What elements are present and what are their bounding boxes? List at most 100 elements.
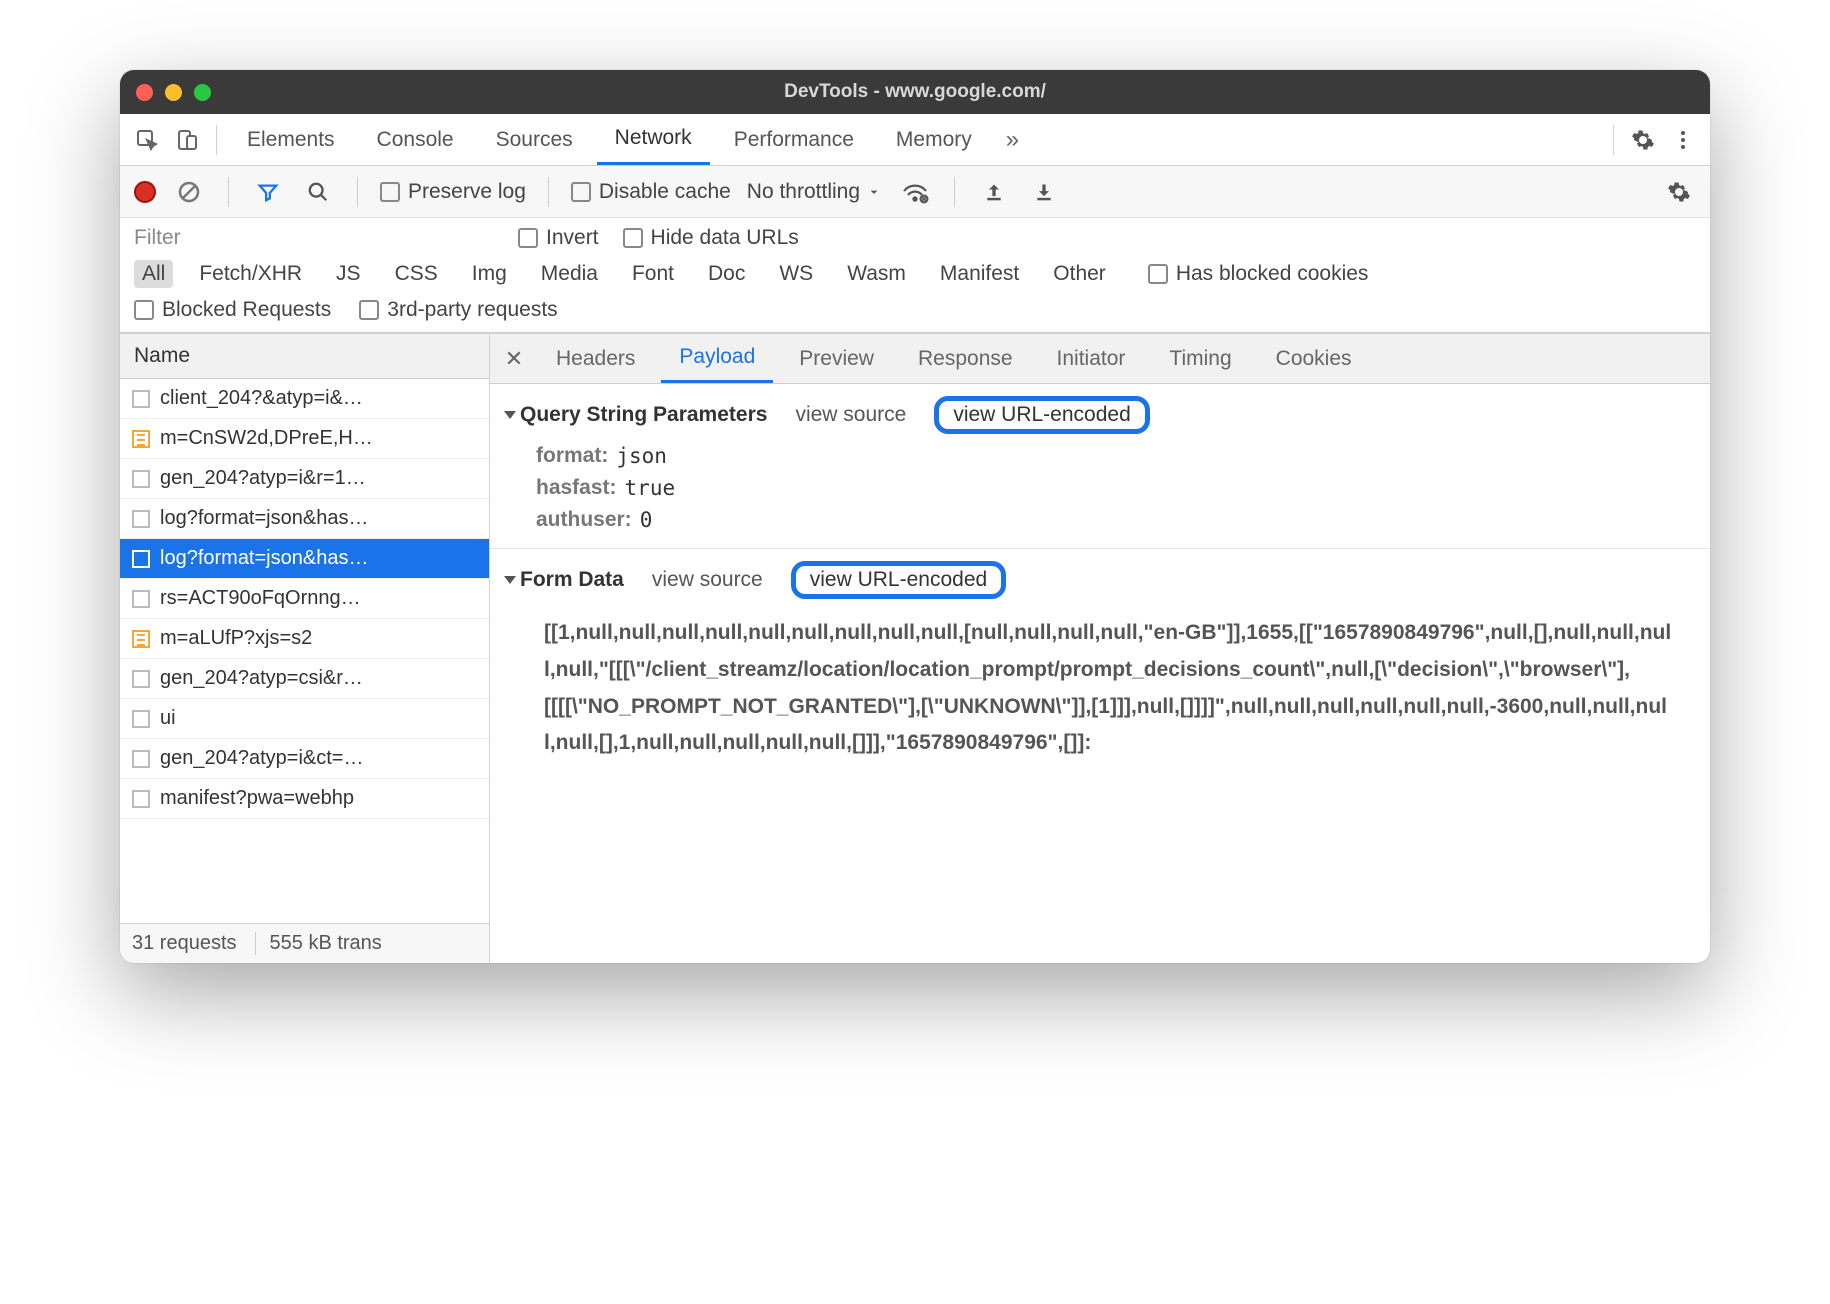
type-css[interactable]: CSS [387, 260, 446, 288]
request-name: m=aLUfP?xjs=s2 [160, 627, 312, 650]
request-row[interactable]: m=CnSW2d,DPreE,H… [120, 419, 489, 459]
request-row[interactable]: gen_204?atyp=i&r=1… [120, 459, 489, 499]
settings-gear-icon[interactable] [1626, 123, 1660, 157]
type-fetch-xhr[interactable]: Fetch/XHR [191, 260, 310, 288]
inspect-element-icon[interactable] [130, 123, 164, 157]
separator [1613, 125, 1614, 155]
param-key: format: [536, 444, 608, 468]
preserve-log-checkbox[interactable]: Preserve log [380, 180, 526, 204]
param-key: hasfast: [536, 476, 617, 500]
request-row[interactable]: ui [120, 699, 489, 739]
request-row[interactable]: gen_204?atyp=i&ct=… [120, 739, 489, 779]
network-conditions-icon[interactable] [898, 175, 932, 209]
upload-har-icon[interactable] [977, 175, 1011, 209]
document-file-icon [132, 670, 150, 688]
more-tabs-button[interactable]: » [996, 126, 1029, 154]
column-header-name[interactable]: Name [120, 334, 489, 379]
dtab-cookies[interactable]: Cookies [1258, 334, 1370, 383]
search-icon[interactable] [301, 175, 335, 209]
request-name: log?format=json&has… [160, 507, 368, 530]
type-ws[interactable]: WS [771, 260, 821, 288]
request-row[interactable]: log?format=json&has… [120, 499, 489, 539]
invert-checkbox[interactable]: Invert [518, 226, 599, 250]
kebab-menu-icon[interactable] [1666, 123, 1700, 157]
filter-input[interactable]: Filter [134, 226, 494, 250]
dtab-response[interactable]: Response [900, 334, 1031, 383]
separator [954, 177, 955, 207]
status-transfer: 555 kB trans [255, 932, 382, 955]
minimize-window-button[interactable] [165, 84, 182, 101]
document-file-icon [132, 790, 150, 808]
device-toolbar-icon[interactable] [170, 123, 204, 157]
dtab-timing[interactable]: Timing [1151, 334, 1249, 383]
type-wasm[interactable]: Wasm [839, 260, 914, 288]
filter-icon[interactable] [251, 175, 285, 209]
third-party-checkbox[interactable]: 3rd-party requests [359, 298, 557, 322]
network-settings-gear-icon[interactable] [1662, 175, 1696, 209]
resource-type-filters: All Fetch/XHR JS CSS Img Media Font Doc … [134, 260, 1696, 288]
dtab-preview[interactable]: Preview [781, 334, 892, 383]
request-list-panel: Name client_204?&atyp=i&… m=CnSW2d,DPreE,… [120, 334, 490, 963]
throttling-select[interactable]: No throttling [747, 180, 882, 204]
form-view-source[interactable]: view source [652, 568, 763, 592]
close-details-button[interactable]: ✕ [498, 346, 530, 372]
param-value: json [616, 444, 667, 468]
tab-network[interactable]: Network [597, 114, 710, 165]
dtab-payload[interactable]: Payload [661, 334, 773, 383]
document-file-icon [132, 470, 150, 488]
form-data-section: Form Data view source view URL-encoded [… [490, 549, 1710, 792]
request-list[interactable]: client_204?&atyp=i&… m=CnSW2d,DPreE,H… gen… [120, 379, 489, 923]
tab-elements[interactable]: Elements [229, 114, 353, 165]
request-name: gen_204?atyp=csi&r… [160, 667, 363, 690]
status-request-count: 31 requests [132, 932, 237, 955]
tab-memory[interactable]: Memory [878, 114, 990, 165]
qsp-view-url-encoded[interactable]: view URL-encoded [934, 396, 1149, 434]
clear-icon[interactable] [172, 175, 206, 209]
type-img[interactable]: Img [464, 260, 515, 288]
document-file-icon [132, 390, 150, 408]
request-row[interactable]: client_204?&atyp=i&… [120, 379, 489, 419]
script-file-icon [132, 430, 150, 448]
request-name: rs=ACT90oFqOrnng… [160, 587, 361, 610]
download-har-icon[interactable] [1027, 175, 1061, 209]
request-row[interactable]: m=aLUfP?xjs=s2 [120, 619, 489, 659]
request-name: gen_204?atyp=i&r=1… [160, 467, 366, 490]
tab-console[interactable]: Console [359, 114, 472, 165]
record-button[interactable] [134, 181, 156, 203]
type-doc[interactable]: Doc [700, 260, 753, 288]
request-row[interactable]: manifest?pwa=webhp [120, 779, 489, 819]
type-manifest[interactable]: Manifest [932, 260, 1027, 288]
detail-tabs: ✕ Headers Payload Preview Response Initi… [490, 334, 1710, 384]
form-data-toggle[interactable]: Form Data [506, 568, 624, 592]
type-media[interactable]: Media [533, 260, 606, 288]
tab-sources[interactable]: Sources [478, 114, 591, 165]
request-name: ui [160, 707, 176, 730]
type-js[interactable]: JS [328, 260, 369, 288]
separator [548, 177, 549, 207]
blocked-requests-checkbox[interactable]: Blocked Requests [134, 298, 331, 322]
form-view-url-encoded[interactable]: view URL-encoded [791, 561, 1006, 599]
query-string-parameters-section: Query String Parameters view source view… [490, 384, 1710, 549]
has-blocked-cookies-checkbox[interactable]: Has blocked cookies [1148, 262, 1369, 286]
hide-data-urls-checkbox[interactable]: Hide data URLs [623, 226, 799, 250]
status-bar: 31 requests 555 kB trans [120, 923, 489, 963]
qsp-view-source[interactable]: view source [795, 403, 906, 427]
document-file-icon [132, 710, 150, 728]
request-row[interactable]: rs=ACT90oFqOrnng… [120, 579, 489, 619]
dtab-headers[interactable]: Headers [538, 334, 653, 383]
tab-performance[interactable]: Performance [716, 114, 872, 165]
type-all[interactable]: All [134, 260, 173, 288]
type-other[interactable]: Other [1045, 260, 1114, 288]
type-font[interactable]: Font [624, 260, 682, 288]
param-value: true [625, 476, 676, 500]
disable-cache-checkbox[interactable]: Disable cache [571, 180, 731, 204]
request-row[interactable]: gen_204?atyp=csi&r… [120, 659, 489, 699]
disclosure-triangle-icon [504, 576, 516, 584]
maximize-window-button[interactable] [194, 84, 211, 101]
dtab-initiator[interactable]: Initiator [1039, 334, 1144, 383]
request-name: manifest?pwa=webhp [160, 787, 354, 810]
request-name: client_204?&atyp=i&… [160, 387, 363, 410]
request-row[interactable]: log?format=json&has… [120, 539, 489, 579]
qsp-toggle[interactable]: Query String Parameters [506, 403, 767, 427]
close-window-button[interactable] [136, 84, 153, 101]
